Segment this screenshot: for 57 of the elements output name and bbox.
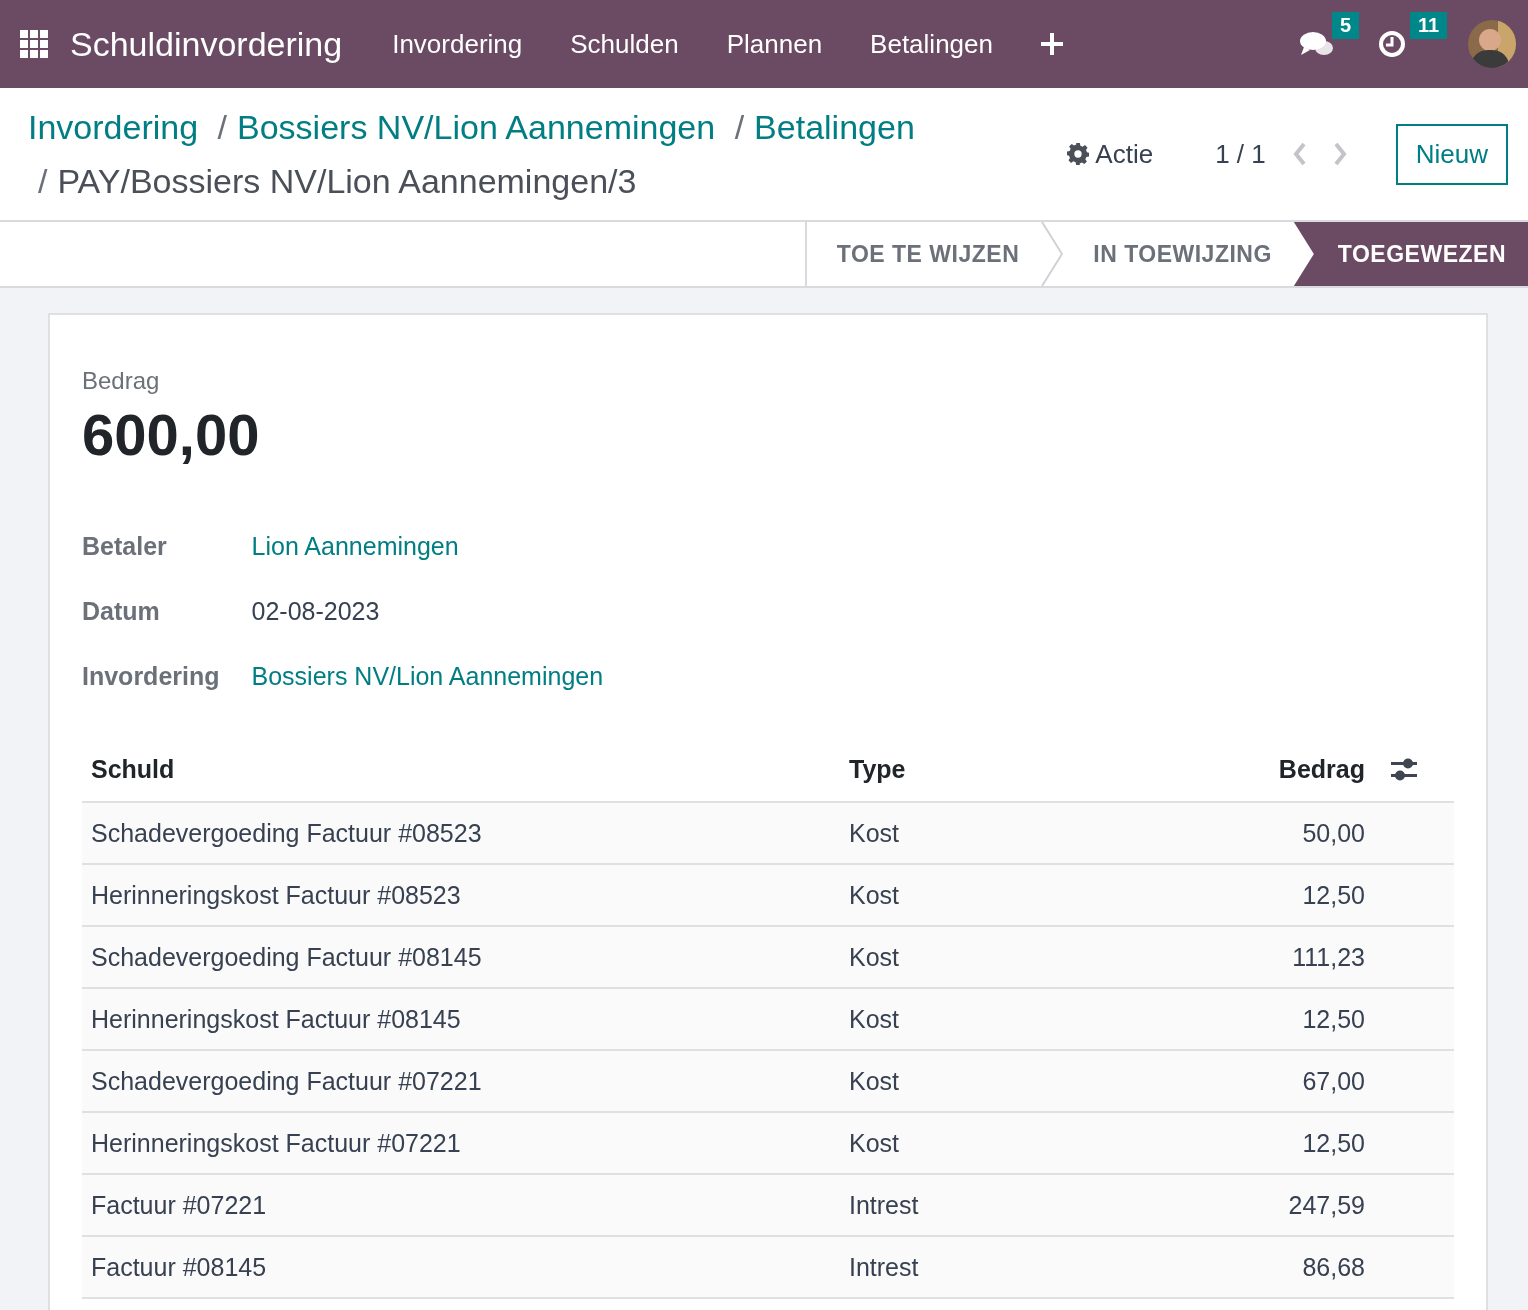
table-cell: 111,23 <box>1083 926 1374 988</box>
table-cell: Schadevergoeding Factuur #07221 <box>82 1050 840 1112</box>
table-cell: 12,50 <box>1083 988 1374 1050</box>
breadcrumb-separator: / <box>734 108 745 146</box>
pager-counter[interactable]: 1 / 1 <box>1215 138 1266 170</box>
gear-icon <box>1067 143 1090 165</box>
clock-icon[interactable] <box>1378 30 1406 58</box>
table-cell: Kost <box>840 1112 1084 1174</box>
table-cell: Schadevergoeding Factuur #08145 <box>82 926 840 988</box>
breadcrumb-link[interactable]: Bossiers NV/Lion Aannemingen <box>237 108 716 146</box>
table-cell: Kost <box>840 1050 1084 1112</box>
avatar[interactable] <box>1468 20 1516 68</box>
breadcrumb-separator: / <box>217 108 227 146</box>
plus-icon[interactable] <box>1041 33 1063 55</box>
breadcrumb-separator: / <box>38 162 48 200</box>
table-cell: 50,00 <box>1083 802 1374 864</box>
message-count-badge: 5 <box>1332 12 1360 39</box>
table-cell: Intrest <box>840 1236 1084 1298</box>
activity-count-badge: 11 <box>1410 12 1448 39</box>
field-label: Betaler <box>82 532 168 562</box>
field-link[interactable]: Bossiers NV/Lion Aannemingen <box>251 662 604 691</box>
breadcrumb-link[interactable]: Betalingen <box>754 108 915 146</box>
amount-value: 600,00 <box>82 401 261 468</box>
apps-menu-icon[interactable] <box>20 30 48 58</box>
table-cell: 12,50 <box>1083 1112 1374 1174</box>
table-cell: Intrest <box>840 1174 1084 1236</box>
table-cell: 67,00 <box>1083 1050 1374 1112</box>
field-link[interactable]: Lion Aannemingen <box>251 532 604 561</box>
table-cell: Herinneringskost Factuur #08523 <box>82 864 840 926</box>
amount-label: Bedrag <box>82 367 161 395</box>
optional-columns-icon[interactable] <box>1391 757 1417 781</box>
table-cell: Factuur #07221 <box>82 1174 840 1236</box>
action-menu-button[interactable]: Actie <box>1067 138 1154 170</box>
table-cell: 12,50 <box>1083 864 1374 926</box>
table-cell: 247,59 <box>1083 1174 1374 1236</box>
chat-icon[interactable] <box>1300 30 1334 58</box>
field-label: Datum <box>82 597 161 627</box>
table-cell: Herinneringskost Factuur #08145 <box>82 988 840 1050</box>
table-cell: Kost <box>840 988 1084 1050</box>
breadcrumb-link[interactable]: Invordering <box>28 108 199 146</box>
field-value: 02-08-2023 <box>251 597 381 626</box>
table-cell: Kost <box>840 864 1084 926</box>
field-label: Invordering <box>82 662 220 692</box>
stage-button[interactable]: TOEGEWEZEN <box>1293 222 1528 286</box>
table-cell: Schadevergoeding Factuur #08523 <box>82 802 840 864</box>
new-button[interactable]: Nieuw <box>1395 123 1508 185</box>
table-cell: Kost <box>840 802 1084 864</box>
record-title: PAY/Bossiers NV/Lion Aannemingen/3 <box>57 162 637 200</box>
table-cell: Herinneringskost Factuur #07221 <box>82 1112 840 1174</box>
app-title[interactable]: Schuldinvordering <box>70 24 343 64</box>
table-cell: Factuur #08145 <box>82 1236 840 1298</box>
menu-item[interactable]: Plannen <box>726 28 823 60</box>
menu-item[interactable]: Betalingen <box>870 28 993 60</box>
table-cell: Kost <box>840 926 1084 988</box>
menu-item[interactable]: Invordering <box>392 28 523 60</box>
menu-item[interactable]: Schulden <box>570 28 679 60</box>
table-cell: 86,68 <box>1083 1236 1374 1298</box>
